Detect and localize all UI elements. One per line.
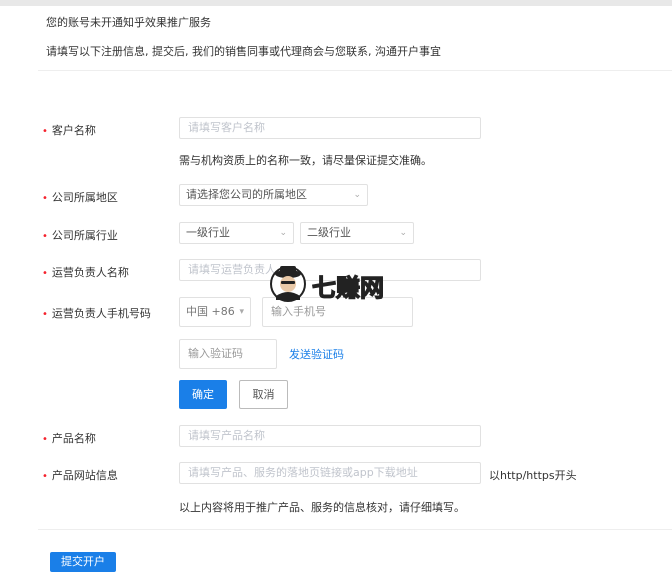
notice-title: 您的账号未开通知乎效果推广服务 (46, 16, 211, 29)
submit-button[interactable]: 提交开户 (50, 552, 116, 572)
watermark: 七赚网 (268, 262, 408, 304)
country-code-select[interactable]: 中国 +86 ▾ (179, 297, 251, 327)
send-code-link[interactable]: 发送验证码 (289, 346, 344, 362)
operator-phone-label: • 运营负责人手机号码 (42, 307, 151, 320)
company-region-select[interactable]: 请选择您公司的所属地区 ⌄ (179, 184, 368, 206)
notice-subtitle: 请填写以下注册信息, 提交后, 我们的销售同事或代理商会与您联系, 沟通开户事宜 (46, 45, 441, 58)
required-marker: • (42, 268, 48, 279)
required-marker: • (42, 231, 48, 242)
industry-secondary-select[interactable]: 二级行业 ⌄ (300, 222, 414, 244)
verify-code-input[interactable]: 输入验证码 (179, 339, 277, 369)
product-site-input[interactable]: 请填写产品、服务的落地页链接或app下载地址 (179, 462, 481, 484)
chevron-down-icon: ⌄ (279, 228, 287, 238)
required-marker: • (42, 471, 48, 482)
confirm-button[interactable]: 确定 (179, 380, 227, 409)
customer-name-input[interactable]: 请填写客户名称 (179, 117, 481, 139)
product-name-label: • 产品名称 (42, 432, 96, 445)
chevron-down-icon: ⌄ (399, 228, 407, 238)
product-site-label: • 产品网站信息 (42, 469, 118, 482)
operator-name-label: • 运营负责人名称 (42, 266, 129, 279)
industry-primary-select[interactable]: 一级行业 ⌄ (179, 222, 294, 244)
product-name-input[interactable]: 请填写产品名称 (179, 425, 481, 447)
divider (38, 529, 672, 530)
cancel-button[interactable]: 取消 (239, 380, 288, 409)
watermark-text: 七赚网 (311, 273, 384, 302)
company-region-label: • 公司所属地区 (42, 191, 118, 204)
chevron-down-icon: ⌄ (353, 190, 361, 200)
required-marker: • (42, 434, 48, 445)
required-marker: • (42, 126, 48, 137)
customer-name-hint: 需与机构资质上的名称一致，请尽量保证提交准确。 (179, 154, 432, 167)
company-industry-label: • 公司所属行业 (42, 229, 118, 242)
caret-down-icon: ▾ (239, 307, 244, 317)
divider (38, 70, 672, 71)
product-site-hint: 以上内容将用于推广产品、服务的信息核对，请仔细填写。 (179, 501, 465, 514)
customer-name-label: • 客户名称 (42, 124, 96, 137)
top-bar (0, 0, 672, 6)
required-marker: • (42, 193, 48, 204)
product-site-suffix: 以http/https开头 (489, 469, 577, 482)
required-marker: • (42, 309, 48, 320)
